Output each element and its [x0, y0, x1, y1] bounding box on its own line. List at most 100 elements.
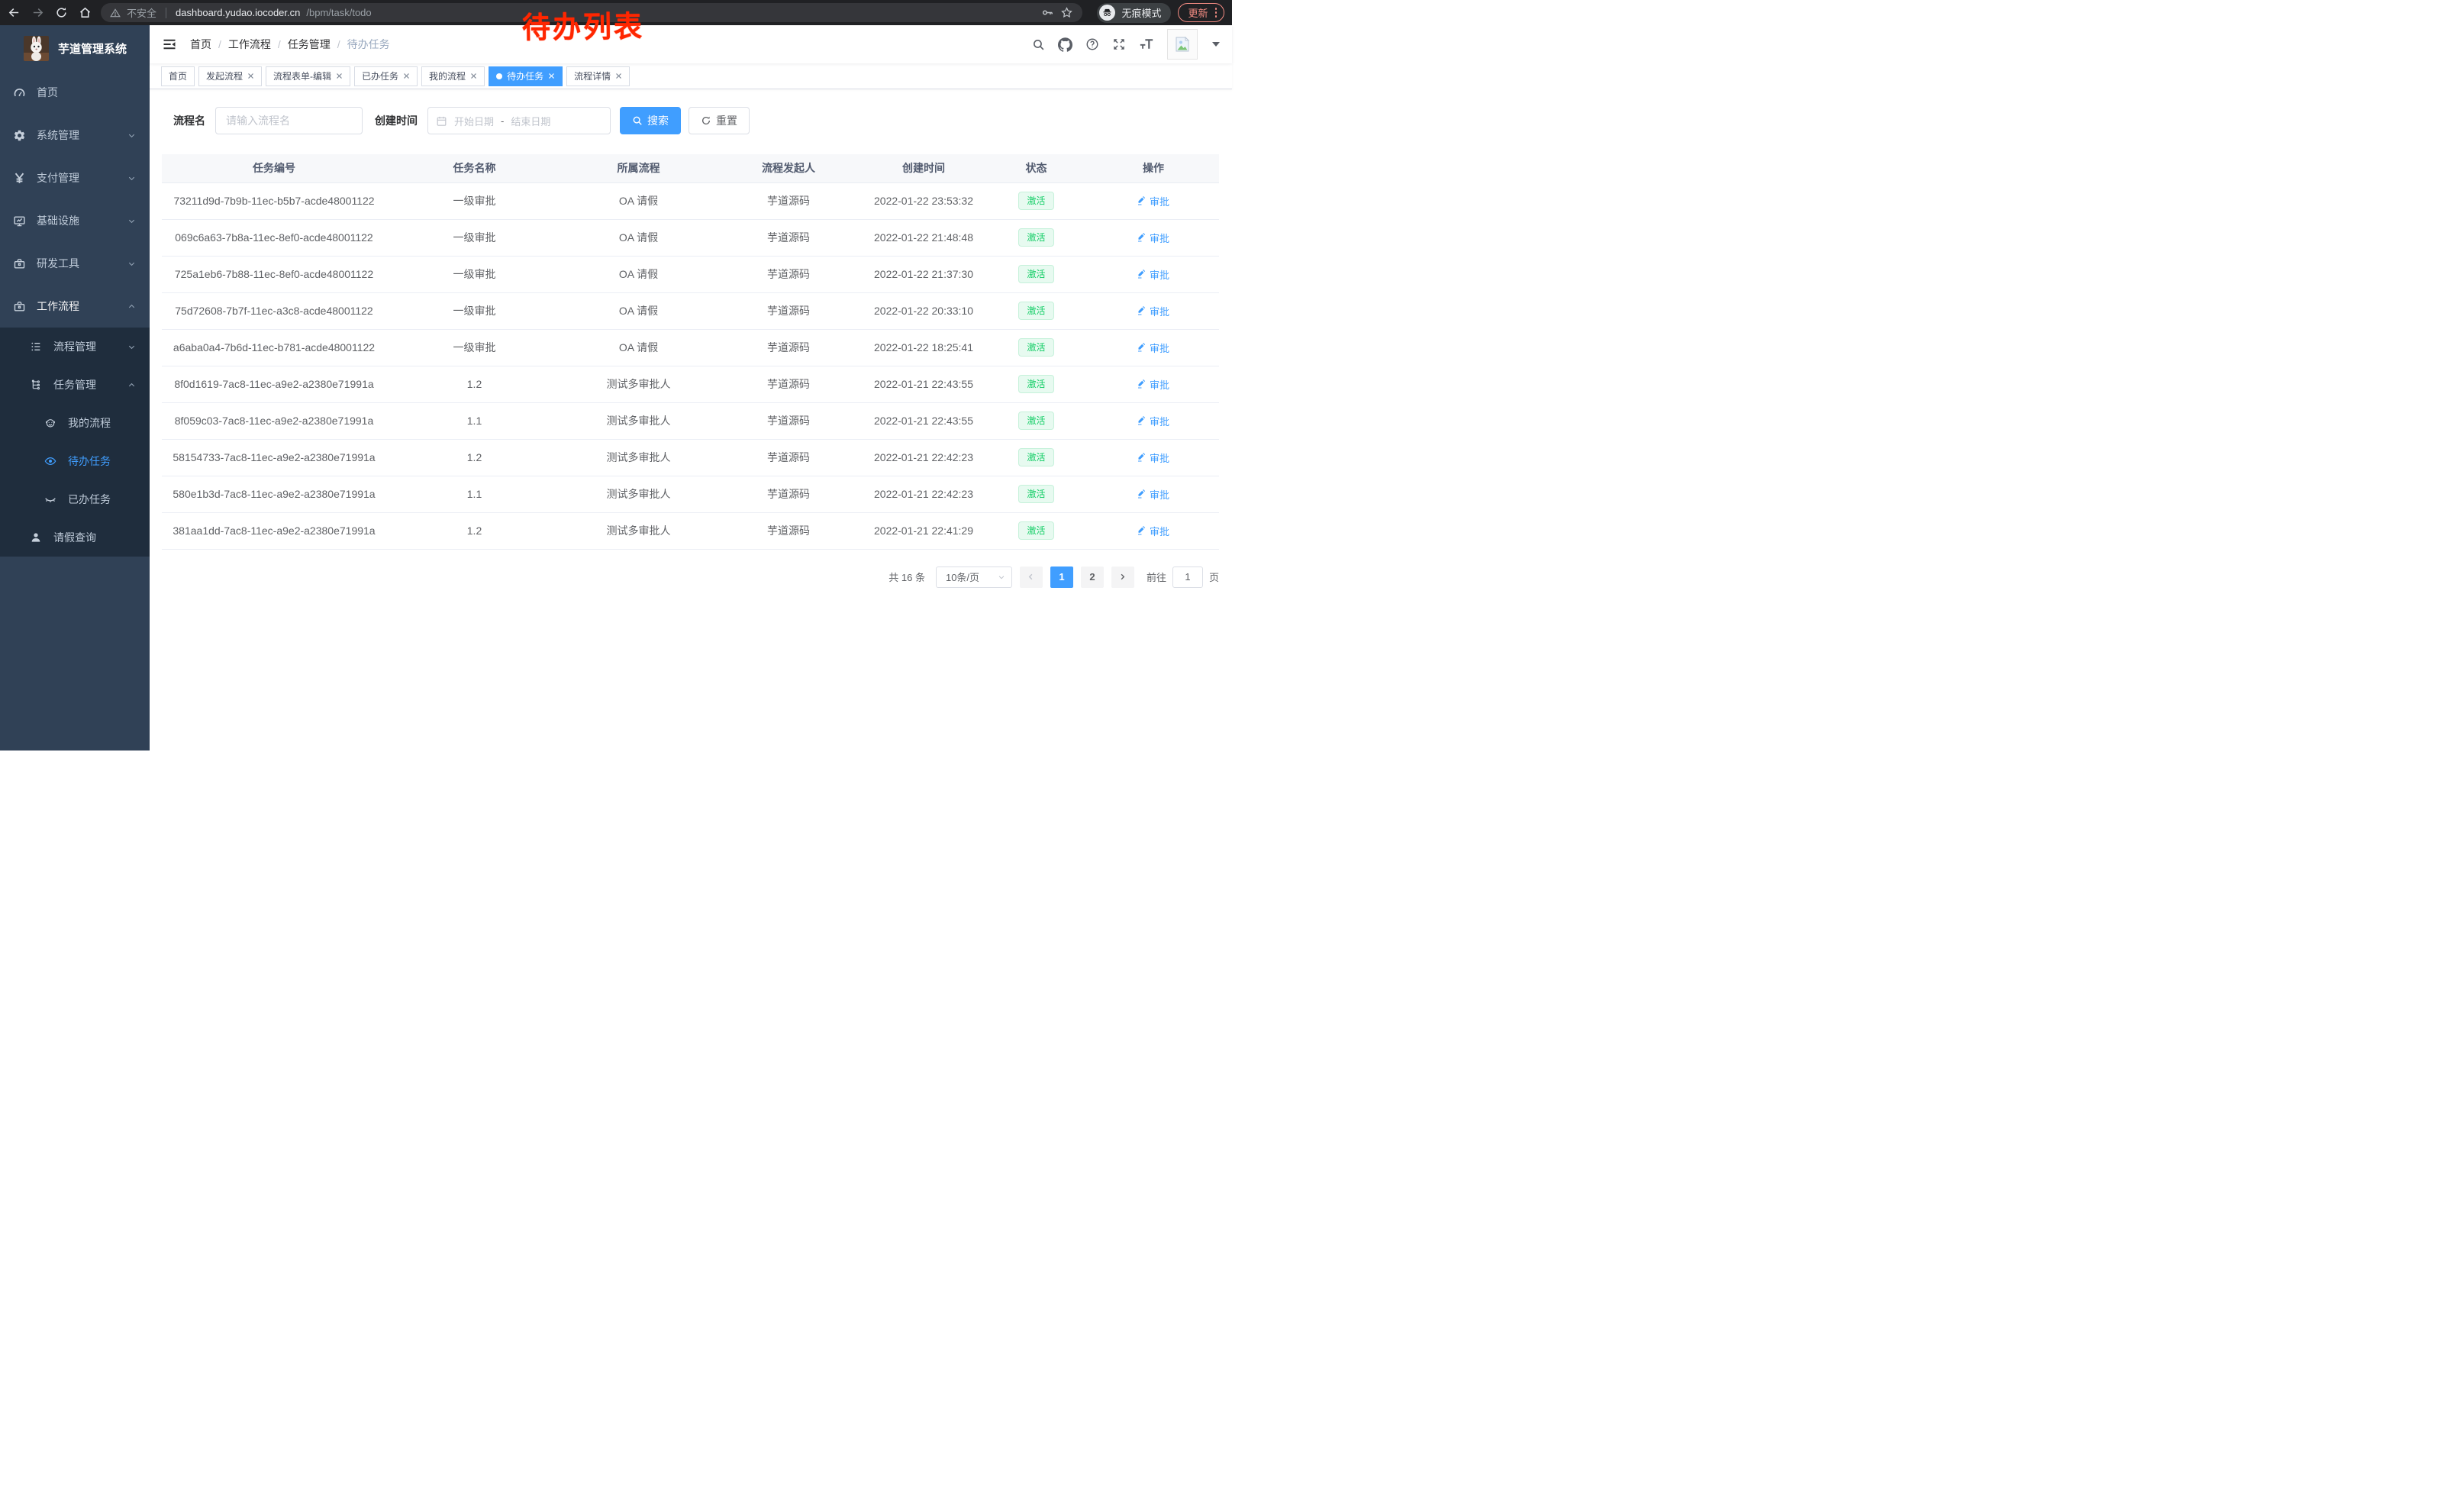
sidebar-item-payment[interactable]: 支付管理: [0, 157, 150, 199]
close-icon[interactable]: [336, 73, 343, 79]
address-bar[interactable]: 不安全 dashboard.yudao.iocoder.cn/bpm/task/…: [101, 3, 1082, 22]
tab-home[interactable]: 首页: [161, 66, 195, 86]
cell-task-name: 1.1: [386, 476, 563, 512]
password-key-icon[interactable]: [1041, 6, 1054, 19]
update-button[interactable]: 更新: [1178, 3, 1224, 22]
breadcrumb-task-mgmt[interactable]: 任务管理: [288, 37, 331, 52]
incognito-icon: [1099, 5, 1115, 21]
dashboard-icon: [13, 86, 26, 99]
sidebar-item-my-process[interactable]: 我的流程: [0, 404, 150, 442]
avatar-caret-icon[interactable]: [1212, 42, 1220, 47]
sidebar-item-home[interactable]: 首页: [0, 71, 150, 114]
cell-initiator: 芋道源码: [714, 402, 863, 439]
bookmark-star-icon[interactable]: [1060, 6, 1073, 19]
cell-task-name: 一级审批: [386, 219, 563, 256]
sidebar-item-label: 研发工具: [37, 256, 79, 271]
back-icon[interactable]: [8, 6, 21, 19]
refresh-icon: [701, 115, 711, 126]
forward-icon[interactable]: [31, 6, 44, 19]
github-icon[interactable]: [1058, 37, 1072, 52]
home-icon[interactable]: [79, 6, 92, 19]
approve-button[interactable]: 审批: [1137, 450, 1169, 465]
page-button-2[interactable]: 2: [1081, 567, 1104, 588]
cell-process: 测试多审批人: [563, 402, 714, 439]
browser-menu-icon[interactable]: [1215, 8, 1217, 18]
approve-button[interactable]: 审批: [1137, 414, 1169, 428]
tab-start-process[interactable]: 发起流程: [198, 66, 262, 86]
tab-my-process[interactable]: 我的流程: [421, 66, 485, 86]
sidebar-item-label: 流程管理: [53, 339, 96, 354]
approve-button[interactable]: 审批: [1137, 304, 1169, 318]
cell-task-id: 8f0d1619-7ac8-11ec-a9e2-a2380e71991a: [162, 366, 386, 402]
close-icon[interactable]: [247, 73, 254, 79]
sidebar-item-leave-query[interactable]: 请假查询: [0, 518, 150, 557]
font-size-icon[interactable]: [1139, 37, 1154, 51]
cell-task-name: 一级审批: [386, 329, 563, 366]
close-icon[interactable]: [615, 73, 622, 79]
sidebar-item-done-tasks[interactable]: 已办任务: [0, 480, 150, 518]
sidebar-collapse-icon[interactable]: [162, 37, 177, 52]
breadcrumb-home[interactable]: 首页: [190, 37, 211, 52]
chevron-down-icon: [127, 174, 136, 182]
search-icon[interactable]: [1032, 38, 1045, 51]
cell-process: 测试多审批人: [563, 512, 714, 549]
sidebar-item-devtools[interactable]: 研发工具: [0, 242, 150, 285]
page-button-1[interactable]: 1: [1050, 567, 1073, 588]
pagination-total: 共 16 条: [889, 570, 925, 584]
col-process: 所属流程: [563, 154, 714, 182]
tab-label: 发起流程: [206, 69, 243, 82]
close-icon[interactable]: [470, 73, 477, 79]
avatar[interactable]: [1167, 29, 1198, 60]
sidebar-item-process-mgmt[interactable]: 流程管理: [0, 328, 150, 366]
breadcrumb-workflow[interactable]: 工作流程: [228, 37, 271, 52]
page-size-value: 10条/页: [946, 570, 979, 584]
sidebar-item-label: 已办任务: [68, 492, 111, 507]
end-date-placeholder: 结束日期: [511, 114, 550, 128]
pagination: 共 16 条 10条/页 1 2 前往 页: [162, 567, 1219, 588]
approve-button[interactable]: 审批: [1137, 341, 1169, 355]
approve-label: 审批: [1150, 267, 1169, 282]
cell-process: OA 请假: [563, 219, 714, 256]
next-page-button[interactable]: [1111, 567, 1134, 588]
status-badge: 激活: [1018, 485, 1053, 503]
tab-done-tasks[interactable]: 已办任务: [354, 66, 418, 86]
sidebar-item-workflow[interactable]: 工作流程: [0, 285, 150, 328]
date-range-picker[interactable]: 开始日期 - 结束日期: [427, 107, 611, 134]
cell-task-name: 一级审批: [386, 292, 563, 329]
process-name-input[interactable]: [215, 107, 363, 134]
app-logo-row[interactable]: 芋道管理系统: [0, 25, 150, 71]
sidebar-item-infra[interactable]: 基础设施: [0, 199, 150, 242]
chevron-down-icon: [127, 131, 136, 140]
cell-initiator: 芋道源码: [714, 256, 863, 292]
sidebar-item-task-mgmt[interactable]: 任务管理: [0, 366, 150, 404]
range-separator: -: [501, 115, 504, 127]
goto-page-input[interactable]: [1172, 567, 1203, 588]
approve-button[interactable]: 审批: [1137, 267, 1169, 282]
status-badge: 激活: [1018, 228, 1053, 247]
list-tree-icon: [30, 341, 43, 353]
col-initiator: 流程发起人: [714, 154, 863, 182]
approve-button[interactable]: 审批: [1137, 231, 1169, 245]
page-size-select[interactable]: 10条/页: [936, 567, 1012, 588]
table-row: 73211d9d-7b9b-11ec-b5b7-acde48001122 一级审…: [162, 182, 1219, 219]
close-icon[interactable]: [403, 73, 410, 79]
tab-process-detail[interactable]: 流程详情: [566, 66, 630, 86]
cell-initiator: 芋道源码: [714, 476, 863, 512]
table-row: a6aba0a4-7b6d-11ec-b781-acde48001122 一级审…: [162, 329, 1219, 366]
tab-form-edit[interactable]: 流程表单-编辑: [266, 66, 350, 86]
cell-task-id: 069c6a63-7b8a-11ec-8ef0-acde48001122: [162, 219, 386, 256]
sidebar-item-todo-tasks[interactable]: 待办任务: [0, 442, 150, 480]
reset-button[interactable]: 重置: [689, 107, 750, 134]
help-icon[interactable]: [1085, 37, 1099, 51]
approve-button[interactable]: 审批: [1137, 524, 1169, 538]
sidebar-item-system[interactable]: 系统管理: [0, 114, 150, 157]
approve-button[interactable]: 审批: [1137, 194, 1169, 208]
close-icon[interactable]: [548, 73, 555, 79]
search-button[interactable]: 搜索: [620, 107, 681, 134]
reload-icon[interactable]: [55, 6, 68, 19]
prev-page-button[interactable]: [1020, 567, 1043, 588]
approve-button[interactable]: 审批: [1137, 487, 1169, 502]
tab-todo-tasks[interactable]: 待办任务: [489, 66, 563, 86]
approve-button[interactable]: 审批: [1137, 377, 1169, 392]
fullscreen-icon[interactable]: [1112, 37, 1126, 51]
